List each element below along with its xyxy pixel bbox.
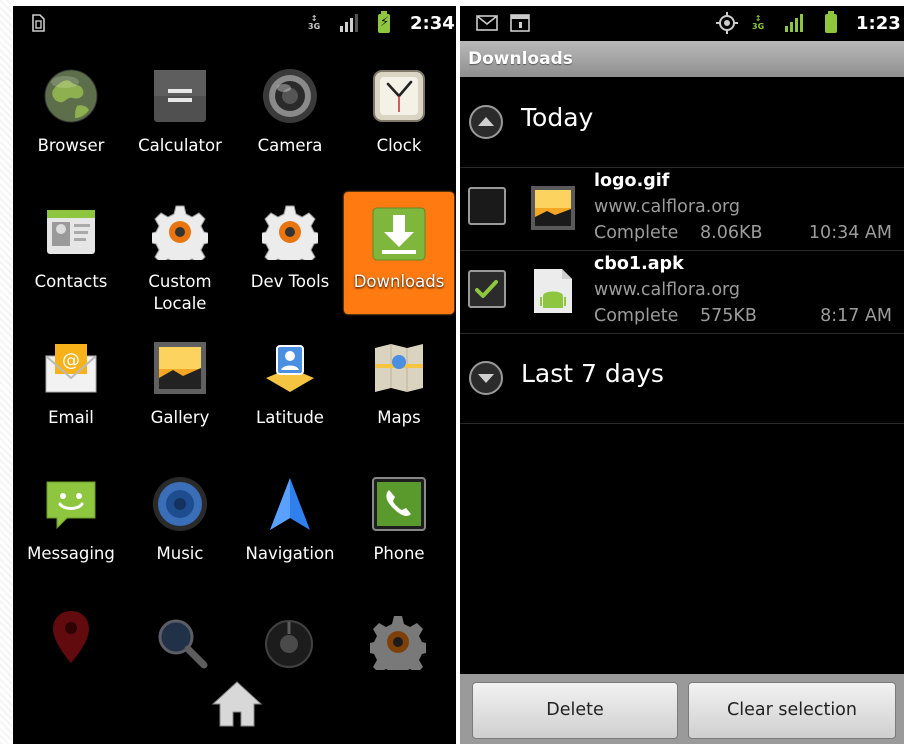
status-bar: ↕ 3G 1:23	[460, 6, 904, 40]
status-bar: ↕ 3G ⚡ 2:34	[13, 6, 456, 40]
app-phone[interactable]: Phone	[344, 476, 454, 596]
app-clock[interactable]: Clock	[344, 68, 454, 188]
globe-icon	[44, 69, 98, 123]
gmail-icon	[476, 6, 498, 40]
app-camera[interactable]: Camera	[235, 68, 345, 188]
app-messaging[interactable]: Messaging	[16, 476, 126, 596]
app-latitude[interactable]: Latitude	[235, 340, 345, 460]
app-label: Dev Tools	[250, 272, 330, 291]
gear-icon[interactable]	[370, 614, 426, 670]
app-label: Navigation	[245, 544, 335, 563]
app-label: Downloads	[353, 272, 445, 291]
clock-icon	[373, 70, 425, 122]
chevron-down-icon[interactable]	[468, 360, 504, 396]
app-calculator[interactable]: Calculator	[125, 68, 235, 188]
app-label: Email	[48, 408, 94, 427]
maps-icon	[375, 344, 423, 392]
file-time: 8:17 AM	[820, 306, 892, 326]
clear-selection-button[interactable]: Clear selection	[688, 682, 896, 739]
file-name: cbo1.apk	[594, 254, 684, 274]
app-music[interactable]: Music	[125, 476, 235, 596]
download-item[interactable]: cbo1.apk www.calflora.org Complete 575KB…	[460, 251, 904, 334]
app-contacts[interactable]: Contacts	[16, 204, 126, 324]
map-pin-icon[interactable]	[50, 609, 92, 665]
download-icon	[372, 207, 426, 261]
gear-icon	[152, 205, 208, 260]
app-navigation[interactable]: Navigation	[235, 476, 345, 596]
item-checkbox[interactable]	[468, 270, 506, 308]
app-label: Phone	[373, 544, 425, 563]
calculator-icon	[154, 70, 206, 122]
signal-bars-icon	[340, 6, 358, 40]
app-label: Maps	[377, 408, 421, 427]
delete-button[interactable]: Delete	[472, 682, 678, 739]
latitude-icon	[266, 345, 314, 392]
downloads-screen: ↕ 3G 1:23 Downloads Today logo.gif www.ca…	[460, 6, 904, 744]
group-today[interactable]: Today	[460, 77, 904, 168]
home-icon[interactable]	[209, 678, 265, 728]
app-label: Browser	[37, 136, 105, 155]
contacts-icon	[47, 210, 95, 254]
app-label: Gallery	[150, 408, 210, 427]
file-host: www.calflora.org	[594, 280, 741, 300]
calendar-icon	[510, 6, 530, 40]
sim-card-icon	[31, 6, 45, 40]
gps-icon	[716, 6, 738, 40]
status-time: 2:34	[410, 12, 455, 34]
battery-charging-icon: ⚡	[378, 6, 390, 40]
chevron-up-icon[interactable]	[468, 104, 504, 140]
file-size: 8.06KB	[700, 223, 763, 243]
navigation-arrow-icon	[270, 478, 310, 530]
app-email[interactable]: @ Email	[16, 340, 126, 460]
signal-bars-icon	[785, 6, 803, 40]
app-downloads[interactable]: Downloads	[344, 192, 454, 314]
app-drawer-screen: ↕ 3G ⚡ 2:34 Browser Calculator Camera Cl…	[13, 6, 456, 744]
page-edge	[0, 0, 12, 744]
group-title: Today	[521, 103, 594, 132]
file-host: www.calflora.org	[594, 197, 741, 217]
network-3g-icon: ↕ 3G	[752, 14, 765, 31]
page-title: Downloads	[460, 41, 904, 77]
action-bar: Delete Clear selection	[460, 674, 904, 744]
app-label: Music	[156, 544, 204, 563]
camera-icon	[263, 69, 317, 123]
app-dev-tools[interactable]: Dev Tools	[235, 204, 345, 324]
item-checkbox[interactable]	[468, 187, 506, 225]
gear-icon	[262, 205, 318, 260]
app-custom-locale[interactable]: Custom Locale	[125, 204, 235, 324]
app-label: Calculator	[138, 136, 222, 155]
file-time: 10:34 AM	[808, 223, 892, 243]
speaker-icon	[153, 477, 207, 531]
messaging-icon	[46, 481, 96, 530]
app-label: Clock	[376, 136, 422, 155]
file-status: Complete	[594, 223, 679, 243]
app-label: Contacts	[34, 272, 108, 291]
image-file-icon	[531, 186, 575, 230]
svg-text:@: @	[62, 350, 80, 371]
app-label: Messaging	[27, 544, 115, 563]
battery-icon	[825, 6, 837, 40]
app-label: Custom Locale	[148, 272, 212, 313]
gallery-icon	[154, 342, 206, 394]
app-maps[interactable]: Maps	[344, 340, 454, 460]
file-name: logo.gif	[594, 171, 670, 191]
app-gallery[interactable]: Gallery	[125, 340, 235, 460]
network-3g-icon: ↕ 3G	[308, 14, 321, 31]
email-icon: @	[45, 344, 97, 393]
download-item[interactable]: logo.gif www.calflora.org Complete 8.06K…	[460, 168, 904, 251]
app-label: Camera	[257, 136, 323, 155]
status-time: 1:23	[856, 12, 901, 34]
compass-icon[interactable]	[261, 618, 317, 668]
apk-file-icon	[534, 269, 572, 313]
file-size: 575KB	[700, 306, 757, 326]
app-browser[interactable]: Browser	[16, 68, 126, 188]
group-last-7-days[interactable]: Last 7 days	[460, 333, 904, 424]
search-icon[interactable]	[153, 614, 209, 670]
phone-icon	[372, 477, 426, 531]
group-title: Last 7 days	[521, 359, 664, 388]
app-label: Latitude	[256, 408, 324, 427]
checkmark-icon	[475, 280, 498, 298]
file-status: Complete	[594, 306, 679, 326]
